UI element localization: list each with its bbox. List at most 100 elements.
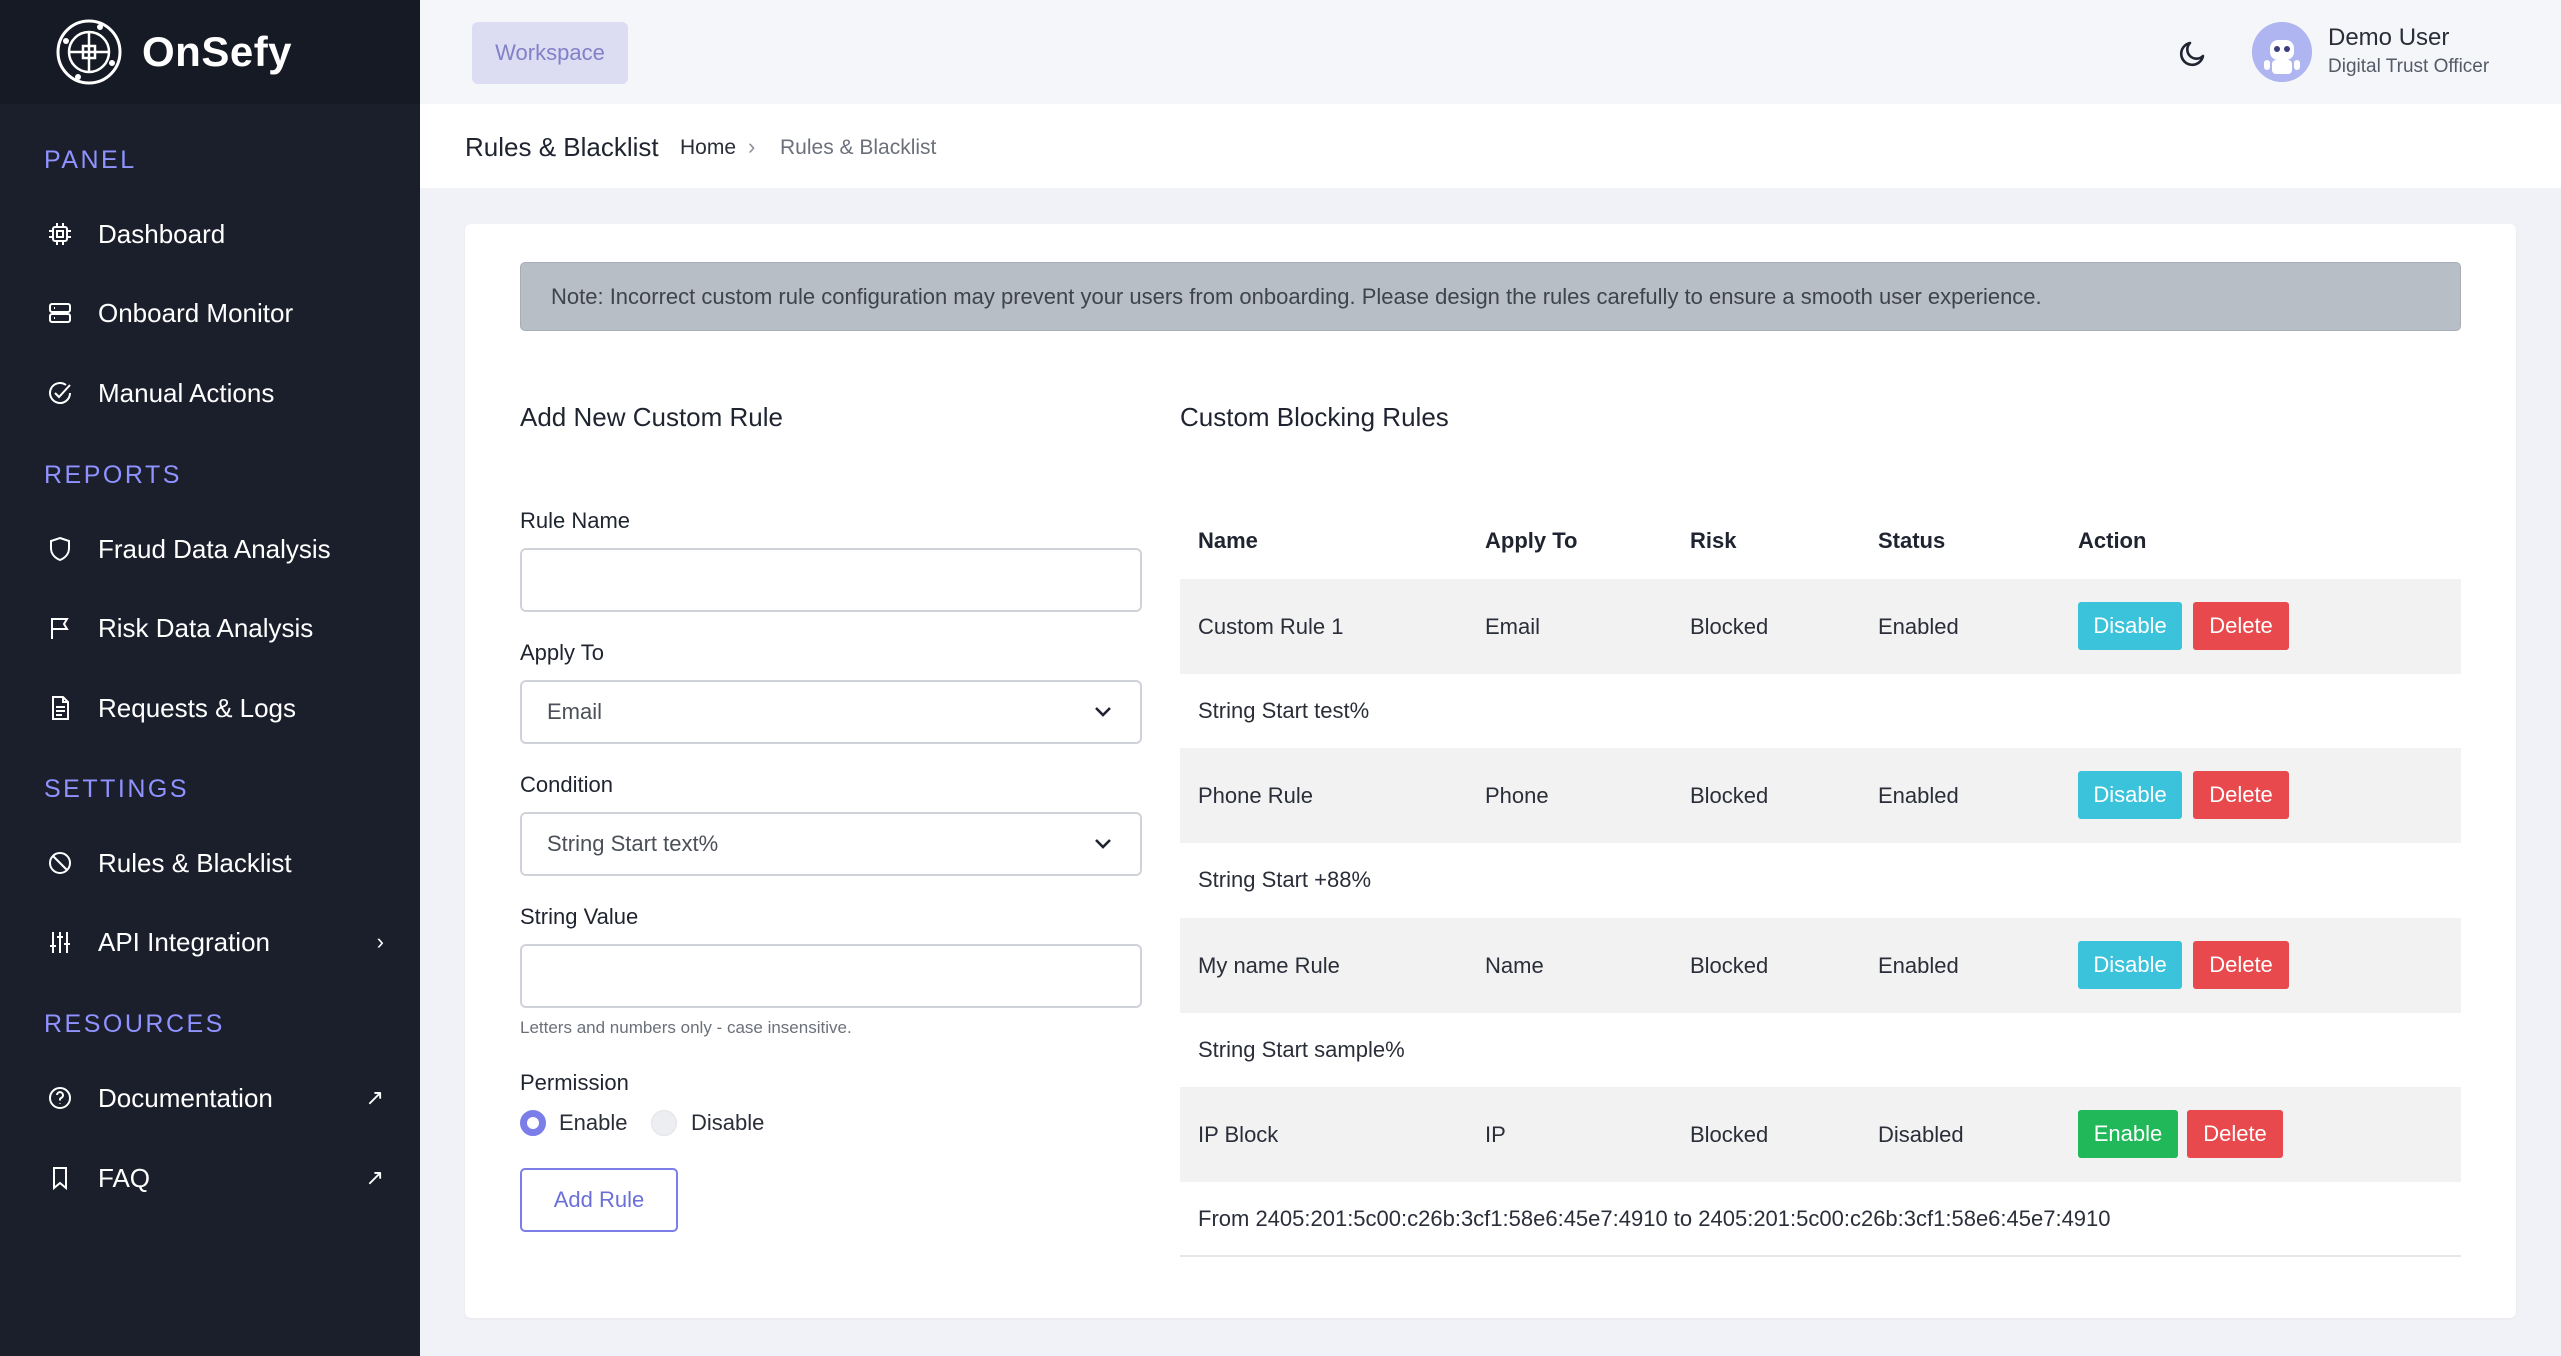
permission-label: Permission <box>520 1070 629 1095</box>
rule-condition-text: From 2405:201:5c00:c26b:3cf1:58e6:45e7:4… <box>1198 1206 2111 1231</box>
server-icon <box>44 297 76 329</box>
add-rule-button[interactable]: Add Rule <box>520 1168 678 1232</box>
apply-to-label: Apply To <box>520 640 604 665</box>
column-header-status: Status <box>1878 528 1946 553</box>
section-title-resources: RESOURCES <box>44 1010 225 1038</box>
dark-mode-toggle-icon[interactable] <box>2176 36 2210 70</box>
rule-risk-cell: Blocked <box>1690 614 1769 639</box>
rule-name-label: Rule Name <box>520 508 631 533</box>
rule-apply-to-cell: IP <box>1485 1122 1506 1147</box>
rules-card: Note: Incorrect custom rule configuratio… <box>465 224 2516 1318</box>
section-title-panel: PANEL <box>44 146 137 174</box>
string-value-input[interactable] <box>520 944 1142 1008</box>
permission-disable-label[interactable]: Disable <box>691 1110 764 1136</box>
sidebar: OnSefy PANEL Dashboard Onboard Monitor M… <box>0 0 420 1356</box>
column-header-name: Name <box>1198 528 1258 553</box>
warning-note: Note: Incorrect custom rule configuratio… <box>520 262 2461 331</box>
disable-rule-button[interactable]: Disable <box>2078 602 2182 650</box>
rule-apply-to-cell: Email <box>1485 614 1541 639</box>
sidebar-item-rules-blacklist[interactable]: Rules & Blacklist <box>44 837 384 889</box>
chip-icon <box>44 218 76 250</box>
breadcrumb-home-link[interactable]: Home <box>680 136 736 160</box>
sliders-icon <box>44 926 76 958</box>
rules-table-heading: Custom Blocking Rules <box>1180 402 1449 432</box>
column-header-risk: Risk <box>1690 528 1737 553</box>
check-circle-icon <box>44 377 76 409</box>
rule-apply-to-cell: Phone <box>1485 783 1549 808</box>
brand[interactable]: OnSefy <box>0 0 420 104</box>
chevron-right-icon: › <box>376 929 384 954</box>
sidebar-item-documentation[interactable]: Documentation ↗ <box>44 1072 384 1124</box>
breadcrumb: Rules & Blacklist Home › Rules & Blackli… <box>420 104 2561 188</box>
rule-name-cell: IP Block <box>1198 1122 1279 1147</box>
sidebar-item-manual-actions[interactable]: Manual Actions <box>44 367 384 419</box>
chevron-down-icon <box>1095 707 1111 717</box>
sidebar-item-label: Documentation <box>98 1082 273 1113</box>
sidebar-item-label: Dashboard <box>98 218 226 249</box>
sidebar-item-requests-logs[interactable]: Requests & Logs <box>44 682 384 734</box>
topbar: Workspace Demo User Digital Trust Office… <box>420 0 2561 104</box>
disable-rule-button[interactable]: Disable <box>2078 771 2182 819</box>
sidebar-item-label: Requests & Logs <box>98 692 297 723</box>
external-link-icon: ↗ <box>365 1165 384 1190</box>
workspace-button[interactable]: Workspace <box>472 22 628 84</box>
sidebar-item-label: Rules & Blacklist <box>98 847 292 878</box>
document-icon <box>44 692 76 724</box>
rule-risk-cell: Blocked <box>1690 783 1769 808</box>
sidebar-item-label: Fraud Data Analysis <box>98 533 331 564</box>
section-title-settings: SETTINGS <box>44 775 190 803</box>
rule-status-cell: Disabled <box>1878 1122 1964 1147</box>
sidebar-item-label: Risk Data Analysis <box>98 612 314 643</box>
disable-rule-button[interactable]: Disable <box>2078 941 2182 989</box>
apply-to-value: Email <box>547 699 603 724</box>
rule-name-cell: Phone Rule <box>1198 783 1313 808</box>
rule-status-cell: Enabled <box>1878 783 1959 808</box>
sidebar-item-label: Onboard Monitor <box>98 297 294 328</box>
section-title-reports: REPORTS <box>44 461 182 489</box>
flag-icon <box>44 612 76 644</box>
breadcrumb-current: Rules & Blacklist <box>780 136 937 159</box>
sidebar-item-dashboard[interactable]: Dashboard <box>44 208 384 260</box>
sidebar-item-label: FAQ <box>98 1162 151 1193</box>
permission-enable-label[interactable]: Enable <box>559 1110 628 1136</box>
enable-rule-button[interactable]: Enable <box>2078 1110 2178 1158</box>
chevron-right-icon: › <box>748 134 756 159</box>
bookmark-icon <box>44 1162 76 1194</box>
delete-rule-button[interactable]: Delete <box>2193 771 2289 819</box>
external-link-icon: ↗ <box>365 1085 384 1110</box>
globe-network-icon <box>56 19 122 85</box>
column-header-action: Action <box>2078 528 2147 553</box>
rule-apply-to-cell: Name <box>1485 953 1544 978</box>
apply-to-select[interactable]: Email <box>520 680 1142 744</box>
delete-rule-button[interactable]: Delete <box>2193 941 2289 989</box>
rule-name-cell: Custom Rule 1 <box>1198 614 1344 639</box>
user-role: Digital Trust Officer <box>2328 56 2490 77</box>
delete-rule-button[interactable]: Delete <box>2187 1110 2283 1158</box>
sidebar-item-risk-data-analysis[interactable]: Risk Data Analysis <box>44 602 384 654</box>
column-header-apply-to: Apply To <box>1485 528 1578 553</box>
chevron-down-icon <box>1095 839 1111 849</box>
rule-name-input[interactable] <box>520 548 1142 612</box>
table-bottom-divider <box>1180 1255 2461 1257</box>
shield-icon <box>44 533 76 565</box>
sidebar-item-fraud-data-analysis[interactable]: Fraud Data Analysis <box>44 523 384 575</box>
permission-enable-radio[interactable] <box>520 1110 546 1136</box>
user-name: Demo User <box>2328 24 2450 51</box>
sidebar-item-api-integration[interactable]: API Integration › <box>44 916 384 968</box>
rule-status-cell: Enabled <box>1878 953 1959 978</box>
sidebar-item-faq[interactable]: FAQ ↗ <box>44 1152 384 1204</box>
avatar[interactable] <box>2252 22 2312 82</box>
brand-name: OnSefy <box>142 28 293 75</box>
add-rule-heading: Add New Custom Rule <box>520 402 783 432</box>
delete-rule-button[interactable]: Delete <box>2193 602 2289 650</box>
rule-risk-cell: Blocked <box>1690 1122 1769 1147</box>
condition-value: String Start text% <box>547 831 719 856</box>
string-value-hint: Letters and numbers only - case insensit… <box>520 1018 852 1037</box>
string-value-label: String Value <box>520 904 639 929</box>
sidebar-item-label: API Integration <box>98 926 270 957</box>
condition-label: Condition <box>520 772 613 797</box>
sidebar-item-onboard-monitor[interactable]: Onboard Monitor <box>44 287 384 339</box>
condition-select[interactable]: String Start text% <box>520 812 1142 876</box>
page-title: Rules & Blacklist <box>465 132 659 162</box>
permission-disable-radio[interactable] <box>651 1110 677 1136</box>
